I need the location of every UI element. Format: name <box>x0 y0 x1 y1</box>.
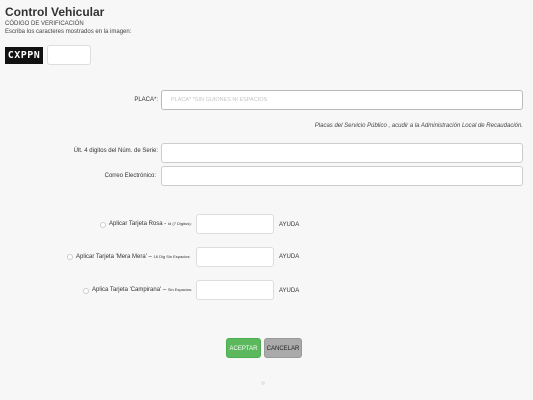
tarjeta-mera-mera-label: Aplicar Tarjeta 'Mera Mera' – 16 Dig Sin… <box>76 254 190 260</box>
verification-code-hint: Escriba los caracteres mostrados en la i… <box>5 29 132 35</box>
tarjeta-campirana-note: Sin Espacios: <box>167 287 193 292</box>
tarjeta-rosa-input[interactable] <box>196 214 274 234</box>
tarjeta-mera-mera-note: 16 Dig Sin Espacios: <box>153 254 191 259</box>
tarjeta-campirana-input[interactable] <box>196 280 274 300</box>
captcha-image: CXPPN <box>5 47 43 64</box>
tarjeta-rosa-note: Id (7 Digitos): <box>167 221 192 226</box>
tarjeta-campirana-label-text: Aplica Tarjeta 'Campirana' – <box>92 287 168 293</box>
tarjeta-rosa-help-link[interactable]: AYUDA <box>279 222 299 228</box>
tarjeta-mera-mera-help-link[interactable]: AYUDA <box>279 254 299 260</box>
serie-label: Últ. 4 digitos del Núm. de Serie: <box>73 148 158 154</box>
placa-placeholder: PLACA* *SIN GUIONES NI ESPACIOS <box>171 97 268 103</box>
tarjeta-mera-mera-label-text: Aplicar Tarjeta 'Mera Mera' – <box>76 254 154 260</box>
placa-label: PLACA*: <box>134 97 158 103</box>
email-label: Correo Electrónico: <box>104 173 156 179</box>
captcha-input[interactable] <box>47 45 91 65</box>
tarjeta-rosa-label: Aplicar Tarjeta Rosa - Id (7 Digitos): <box>109 221 192 227</box>
placa-input[interactable]: PLACA* *SIN GUIONES NI ESPACIOS <box>161 90 523 110</box>
placa-note: Placas del Servicio Público , acudir a l… <box>314 123 523 129</box>
tarjeta-campirana-label: Aplica Tarjeta 'Campirana' – Sin Espacio… <box>92 287 192 293</box>
tarjeta-rosa-label-text: Aplicar Tarjeta Rosa - <box>109 221 168 227</box>
verification-code-label: CÓDIGO DE VERIFICACIÓN <box>5 21 84 27</box>
cancel-button[interactable]: CANCELAR <box>264 338 302 358</box>
accept-button[interactable]: ACEPTAR <box>226 338 261 358</box>
tarjeta-mera-mera-input[interactable] <box>196 247 274 267</box>
tarjeta-campirana-help-link[interactable]: AYUDA <box>279 288 299 294</box>
footer-dot <box>261 381 265 385</box>
tarjeta-campirana-radio[interactable] <box>83 288 89 294</box>
page-title: Control Vehicular <box>5 5 105 19</box>
tarjeta-mera-mera-radio[interactable] <box>67 254 73 260</box>
tarjeta-rosa-radio[interactable] <box>100 222 106 228</box>
email-input[interactable] <box>161 166 523 186</box>
serie-input[interactable] <box>161 143 523 163</box>
